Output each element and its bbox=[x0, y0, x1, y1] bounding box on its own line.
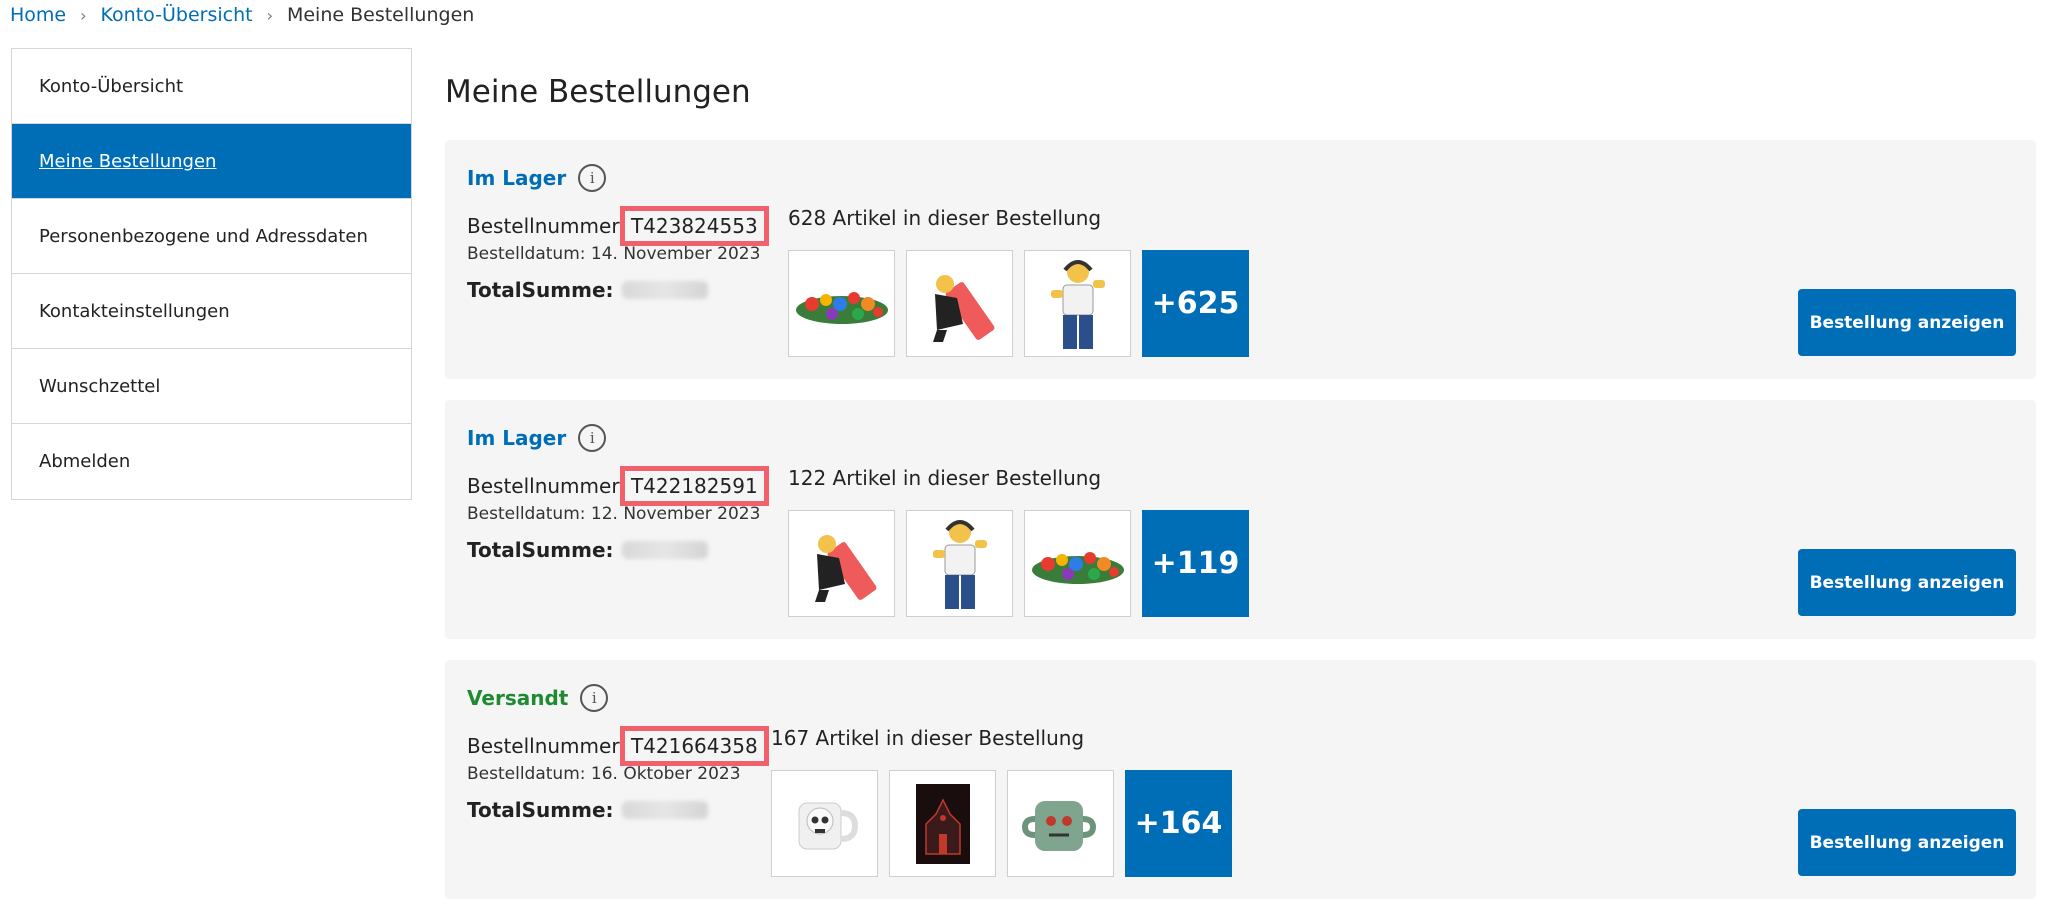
thumbnail-strip: +164 bbox=[771, 770, 1232, 877]
items-count: 628 Artikel in dieser Bestellung bbox=[788, 206, 1102, 230]
items-count: 122 Artikel in dieser Bestellung bbox=[788, 466, 1102, 490]
order-total: TotalSumme: bbox=[467, 538, 708, 562]
blurred-amount bbox=[621, 281, 708, 299]
order-number-label: Bestellnummer: bbox=[467, 214, 626, 238]
view-order-button[interactable]: Bestellung anzeigen bbox=[1798, 809, 2016, 876]
order-number: T422182591 bbox=[619, 466, 769, 506]
status-label: Im Lager bbox=[467, 426, 567, 450]
more-items-badge[interactable]: +164 bbox=[1125, 770, 1232, 877]
order-status: Im Lager i bbox=[467, 424, 607, 452]
view-order-button[interactable]: Bestellung anzeigen bbox=[1798, 289, 2016, 356]
breadcrumb-overview-link[interactable]: Konto-Übersicht bbox=[101, 4, 253, 26]
chevron-right-icon: › bbox=[266, 5, 273, 25]
order-number: T421664358 bbox=[619, 726, 769, 766]
items-count: 167 Artikel in dieser Bestellung bbox=[771, 726, 1085, 750]
sidebar-item-wishlist[interactable]: Wunschzettel bbox=[12, 349, 411, 424]
status-label: Im Lager bbox=[467, 166, 567, 190]
product-thumbnail-minifig-brick[interactable] bbox=[788, 510, 895, 617]
order-status: Im Lager i bbox=[467, 164, 607, 192]
product-thumbnail-zombie-mug[interactable] bbox=[1007, 770, 1114, 877]
status-label: Versandt bbox=[467, 686, 569, 710]
order-card: Im Lager i Bestellnummer: T423824553 Bes… bbox=[445, 140, 2036, 379]
breadcrumb-current: Meine Bestellungen bbox=[286, 4, 475, 26]
sidebar-item-overview[interactable]: Konto-Übersicht bbox=[12, 49, 411, 124]
sidebar-item-logout[interactable]: Abmelden bbox=[12, 424, 411, 499]
blurred-amount bbox=[621, 801, 708, 819]
product-thumbnail-minifig-headphones[interactable] bbox=[1024, 250, 1131, 357]
product-thumbnail-minifig-brick[interactable] bbox=[906, 250, 1013, 357]
product-thumbnail-lego-pieces[interactable] bbox=[1024, 510, 1131, 617]
order-number-row: Bestellnummer: T423824553 bbox=[467, 206, 769, 246]
order-total-label: TotalSumme: bbox=[467, 538, 614, 562]
page-title: Meine Bestellungen bbox=[445, 74, 751, 110]
info-icon[interactable]: i bbox=[578, 164, 607, 192]
info-icon[interactable]: i bbox=[578, 424, 607, 452]
blurred-amount bbox=[621, 541, 708, 559]
order-card: Versandt i Bestellnummer: T421664358 Bes… bbox=[445, 660, 2036, 899]
chevron-right-icon: › bbox=[80, 5, 87, 25]
order-total-label: TotalSumme: bbox=[467, 798, 614, 822]
order-number: T423824553 bbox=[619, 206, 769, 246]
order-status: Versandt i bbox=[467, 684, 609, 712]
order-number-label: Bestellnummer: bbox=[467, 474, 626, 498]
product-thumbnail-haunted-house-poster[interactable] bbox=[889, 770, 996, 877]
order-number-label: Bestellnummer: bbox=[467, 734, 626, 758]
more-items-badge[interactable]: +119 bbox=[1142, 510, 1249, 617]
product-thumbnail-skull-mug[interactable] bbox=[771, 770, 878, 877]
order-date: Bestelldatum: 12. November 2023 bbox=[467, 504, 761, 524]
breadcrumb: Home › Konto-Übersicht › Meine Bestellun… bbox=[10, 4, 474, 26]
order-date: Bestelldatum: 14. November 2023 bbox=[467, 244, 761, 264]
order-card: Im Lager i Bestellnummer: T422182591 Bes… bbox=[445, 400, 2036, 639]
order-date: Bestelldatum: 16. Oktober 2023 bbox=[467, 764, 741, 784]
sidebar-item-contact-settings[interactable]: Kontakteinstellungen bbox=[12, 274, 411, 349]
product-thumbnail-minifig-headphones[interactable] bbox=[906, 510, 1013, 617]
thumbnail-strip: +625 bbox=[788, 250, 1249, 357]
sidebar-item-orders[interactable]: Meine Bestellungen bbox=[12, 124, 411, 199]
order-total-label: TotalSumme: bbox=[467, 278, 614, 302]
breadcrumb-home-link[interactable]: Home bbox=[10, 4, 66, 26]
thumbnail-strip: +119 bbox=[788, 510, 1249, 617]
info-icon[interactable]: i bbox=[580, 684, 609, 712]
more-items-badge[interactable]: +625 bbox=[1142, 250, 1249, 357]
order-number-row: Bestellnummer: T421664358 bbox=[467, 726, 769, 766]
sidebar-item-personal-data[interactable]: Personenbezogene und Adressdaten bbox=[12, 199, 411, 274]
view-order-button[interactable]: Bestellung anzeigen bbox=[1798, 549, 2016, 616]
order-total: TotalSumme: bbox=[467, 278, 708, 302]
order-number-row: Bestellnummer: T422182591 bbox=[467, 466, 769, 506]
account-sidebar: Konto-Übersicht Meine Bestellungen Perso… bbox=[11, 48, 412, 500]
order-total: TotalSumme: bbox=[467, 798, 708, 822]
product-thumbnail-lego-pieces[interactable] bbox=[788, 250, 895, 357]
